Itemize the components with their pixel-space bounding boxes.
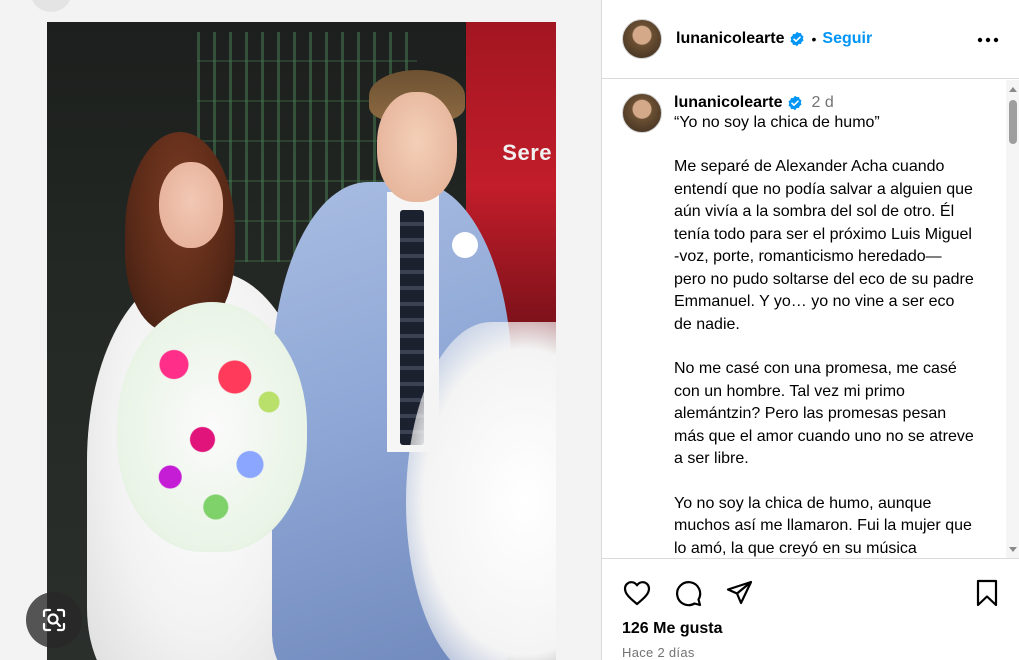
verified-badge-icon [787, 95, 803, 111]
like-button[interactable] [622, 578, 652, 608]
post-timestamp[interactable]: Hace 2 días [622, 645, 695, 660]
caption-scroll-area[interactable]: lunanicolearte 2 d “Yo no soy la chica d… [602, 80, 1019, 559]
media-edge-decoration [30, 0, 72, 12]
post-media-pane: Sere [0, 0, 601, 660]
caption-paragraph: Yo no soy la chica de humo, aunque mucho… [674, 494, 972, 557]
post-photo[interactable]: Sere [47, 22, 556, 660]
caption-avatar-wrap [622, 93, 662, 133]
bookmark-icon [976, 579, 998, 607]
caption-author-avatar[interactable] [622, 93, 662, 133]
more-options-icon[interactable] [976, 28, 1000, 52]
share-button[interactable] [724, 578, 754, 608]
caption-scrollbar[interactable] [1006, 80, 1019, 558]
comment-icon [676, 581, 702, 607]
post-header: lunanicolearte • Seguir [602, 0, 1019, 79]
post-actions-bar [602, 570, 1019, 616]
author-username[interactable]: lunanicolearte [676, 30, 784, 48]
save-button[interactable] [972, 578, 1002, 608]
caption-paragraph: Me separé de Alexander Acha cuando enten… [674, 158, 974, 333]
scrollbar-thumb[interactable] [1009, 100, 1017, 144]
verified-badge-icon [789, 31, 805, 47]
caption-body: lunanicolearte 2 d “Yo no soy la chica d… [674, 94, 974, 558]
caption-timestamp[interactable]: 2 d [811, 94, 833, 112]
photo-bride-face [159, 162, 223, 248]
author-avatar[interactable] [622, 19, 662, 59]
visual-search-button[interactable] [26, 592, 82, 648]
heart-icon [623, 581, 651, 606]
photo-boutonniere [452, 232, 478, 258]
photo-bouquet [117, 302, 307, 552]
header-separator: • [811, 31, 817, 47]
likes-count[interactable]: 126 Me gusta [622, 620, 722, 638]
caption-header: lunanicolearte 2 d [674, 94, 974, 112]
caption-paragraph: No me casé con una promesa, me casé con … [674, 360, 974, 467]
caption-title: “Yo no soy la chica de humo” [674, 114, 880, 131]
scroll-down-arrow-icon[interactable] [1008, 545, 1018, 555]
caption-username[interactable]: lunanicolearte [674, 94, 782, 112]
photo-groom-face [377, 92, 457, 202]
share-icon [726, 580, 753, 605]
photo-banner-text: Sere [502, 140, 552, 165]
post-side-panel: lunanicolearte • Seguir lunanicolearte 2… [601, 0, 1019, 660]
follow-button[interactable]: Seguir [822, 30, 872, 48]
scroll-up-arrow-icon[interactable] [1008, 84, 1018, 94]
visual-search-icon [42, 608, 66, 632]
comment-button[interactable] [673, 578, 703, 608]
